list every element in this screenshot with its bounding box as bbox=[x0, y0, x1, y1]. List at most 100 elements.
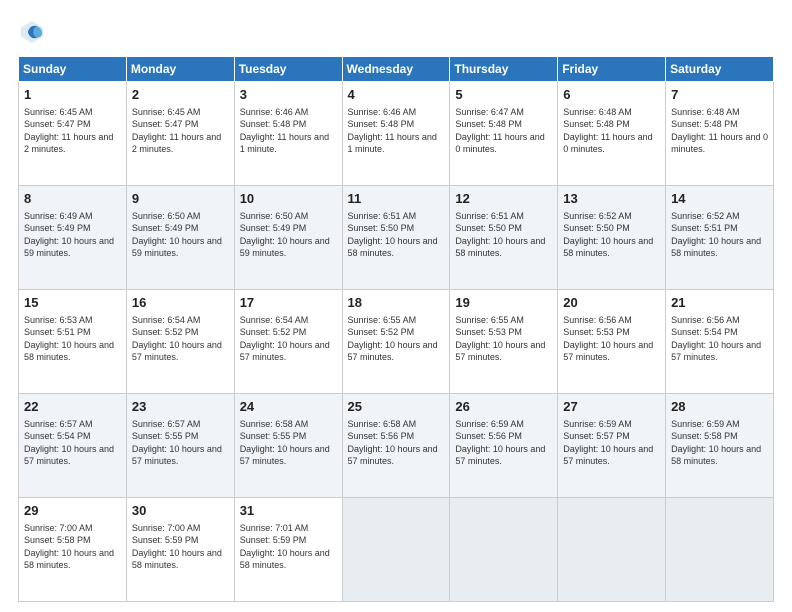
day-number: 28 bbox=[671, 398, 768, 416]
header-day-sunday: Sunday bbox=[19, 57, 127, 82]
day-info: Sunrise: 6:55 AMSunset: 5:53 PMDaylight:… bbox=[455, 314, 552, 364]
calendar-cell: 18Sunrise: 6:55 AMSunset: 5:52 PMDayligh… bbox=[342, 290, 450, 394]
day-info: Sunrise: 6:57 AMSunset: 5:54 PMDaylight:… bbox=[24, 418, 121, 468]
calendar-cell: 21Sunrise: 6:56 AMSunset: 5:54 PMDayligh… bbox=[666, 290, 774, 394]
day-number: 31 bbox=[240, 502, 337, 520]
day-info: Sunrise: 6:51 AMSunset: 5:50 PMDaylight:… bbox=[348, 210, 445, 260]
calendar-table: SundayMondayTuesdayWednesdayThursdayFrid… bbox=[18, 56, 774, 602]
header-day-saturday: Saturday bbox=[666, 57, 774, 82]
week-row-3: 15 Sunrise: 6:53 AMSunset: 5:51 PMDayligh… bbox=[19, 290, 774, 394]
day-number: 8 bbox=[24, 190, 121, 208]
calendar-cell: 17 Sunrise: 6:54 AMSunset: 5:52 PMDayligh… bbox=[234, 290, 342, 394]
day-info: Sunrise: 6:49 AMSunset: 5:49 PMDaylight:… bbox=[24, 210, 121, 260]
day-info: Sunrise: 6:54 AMSunset: 5:52 PMDaylight:… bbox=[132, 314, 229, 364]
day-info: Sunrise: 6:52 AMSunset: 5:51 PMDaylight:… bbox=[671, 210, 768, 260]
day-number: 2 bbox=[132, 86, 229, 104]
day-number: 22 bbox=[24, 398, 121, 416]
calendar-cell: 4Sunrise: 6:46 AMSunset: 5:48 PMDaylight… bbox=[342, 82, 450, 186]
calendar-cell: 30 Sunrise: 7:00 AMSunset: 5:59 PMDayligh… bbox=[126, 498, 234, 602]
calendar-cell: 5 Sunrise: 6:47 AMSunset: 5:48 PMDaylight… bbox=[450, 82, 558, 186]
calendar-cell: 29 Sunrise: 7:00 AMSunset: 5:58 PMDayligh… bbox=[19, 498, 127, 602]
header-day-tuesday: Tuesday bbox=[234, 57, 342, 82]
day-info: Sunrise: 6:48 AMSunset: 5:48 PMDaylight:… bbox=[671, 106, 768, 156]
day-number: 10 bbox=[240, 190, 337, 208]
day-number: 6 bbox=[563, 86, 660, 104]
calendar-cell: 8 Sunrise: 6:49 AMSunset: 5:49 PMDaylight… bbox=[19, 186, 127, 290]
day-number: 25 bbox=[348, 398, 445, 416]
header-day-wednesday: Wednesday bbox=[342, 57, 450, 82]
calendar-cell: 12 Sunrise: 6:51 AMSunset: 5:50 PMDayligh… bbox=[450, 186, 558, 290]
calendar-cell: 27 Sunrise: 6:59 AMSunset: 5:57 PMDayligh… bbox=[558, 394, 666, 498]
header-day-thursday: Thursday bbox=[450, 57, 558, 82]
day-info: Sunrise: 6:59 AMSunset: 5:58 PMDaylight:… bbox=[671, 418, 768, 468]
day-info: Sunrise: 6:57 AMSunset: 5:55 PMDaylight:… bbox=[132, 418, 229, 468]
calendar-cell: 25 Sunrise: 6:58 AMSunset: 5:56 PMDayligh… bbox=[342, 394, 450, 498]
day-info: Sunrise: 6:47 AMSunset: 5:48 PMDaylight:… bbox=[455, 106, 552, 156]
calendar-cell: 28 Sunrise: 6:59 AMSunset: 5:58 PMDayligh… bbox=[666, 394, 774, 498]
calendar-cell: 26Sunrise: 6:59 AMSunset: 5:56 PMDayligh… bbox=[450, 394, 558, 498]
day-info: Sunrise: 6:48 AMSunset: 5:48 PMDaylight:… bbox=[563, 106, 660, 156]
day-number: 27 bbox=[563, 398, 660, 416]
day-info: Sunrise: 7:00 AMSunset: 5:58 PMDaylight:… bbox=[24, 522, 121, 572]
day-number: 19 bbox=[455, 294, 552, 312]
day-number: 15 bbox=[24, 294, 121, 312]
calendar-cell: 9Sunrise: 6:50 AMSunset: 5:49 PMDaylight… bbox=[126, 186, 234, 290]
day-number: 16 bbox=[132, 294, 229, 312]
day-number: 30 bbox=[132, 502, 229, 520]
header bbox=[18, 18, 774, 46]
calendar-body: 1 Sunrise: 6:45 AMSunset: 5:47 PMDaylight… bbox=[19, 82, 774, 602]
day-number: 14 bbox=[671, 190, 768, 208]
calendar-cell: 6 Sunrise: 6:48 AMSunset: 5:48 PMDaylight… bbox=[558, 82, 666, 186]
day-number: 21 bbox=[671, 294, 768, 312]
day-number: 20 bbox=[563, 294, 660, 312]
day-number: 1 bbox=[24, 86, 121, 104]
calendar-cell: 16 Sunrise: 6:54 AMSunset: 5:52 PMDayligh… bbox=[126, 290, 234, 394]
header-row: SundayMondayTuesdayWednesdayThursdayFrid… bbox=[19, 57, 774, 82]
day-info: Sunrise: 6:53 AMSunset: 5:51 PMDaylight:… bbox=[24, 314, 121, 364]
day-number: 7 bbox=[671, 86, 768, 104]
day-info: Sunrise: 7:01 AMSunset: 5:59 PMDaylight:… bbox=[240, 522, 337, 572]
logo bbox=[18, 18, 50, 46]
week-row-5: 29 Sunrise: 7:00 AMSunset: 5:58 PMDayligh… bbox=[19, 498, 774, 602]
day-info: Sunrise: 6:50 AMSunset: 5:49 PMDaylight:… bbox=[132, 210, 229, 260]
day-info: Sunrise: 6:46 AMSunset: 5:48 PMDaylight:… bbox=[240, 106, 337, 156]
day-number: 29 bbox=[24, 502, 121, 520]
calendar-cell: 15 Sunrise: 6:53 AMSunset: 5:51 PMDayligh… bbox=[19, 290, 127, 394]
day-info: Sunrise: 6:52 AMSunset: 5:50 PMDaylight:… bbox=[563, 210, 660, 260]
week-row-2: 8 Sunrise: 6:49 AMSunset: 5:49 PMDaylight… bbox=[19, 186, 774, 290]
day-info: Sunrise: 6:45 AMSunset: 5:47 PMDaylight:… bbox=[132, 106, 229, 156]
day-number: 4 bbox=[348, 86, 445, 104]
calendar-cell: 3Sunrise: 6:46 AMSunset: 5:48 PMDaylight… bbox=[234, 82, 342, 186]
day-info: Sunrise: 6:45 AMSunset: 5:47 PMDaylight:… bbox=[24, 106, 121, 156]
calendar-cell: 19 Sunrise: 6:55 AMSunset: 5:53 PMDayligh… bbox=[450, 290, 558, 394]
day-info: Sunrise: 6:58 AMSunset: 5:56 PMDaylight:… bbox=[348, 418, 445, 468]
day-info: Sunrise: 6:59 AMSunset: 5:57 PMDaylight:… bbox=[563, 418, 660, 468]
day-info: Sunrise: 6:54 AMSunset: 5:52 PMDaylight:… bbox=[240, 314, 337, 364]
calendar-cell: 2 Sunrise: 6:45 AMSunset: 5:47 PMDaylight… bbox=[126, 82, 234, 186]
day-number: 17 bbox=[240, 294, 337, 312]
day-info: Sunrise: 7:00 AMSunset: 5:59 PMDaylight:… bbox=[132, 522, 229, 572]
calendar-cell: 20Sunrise: 6:56 AMSunset: 5:53 PMDayligh… bbox=[558, 290, 666, 394]
week-row-4: 22 Sunrise: 6:57 AMSunset: 5:54 PMDayligh… bbox=[19, 394, 774, 498]
day-info: Sunrise: 6:58 AMSunset: 5:55 PMDaylight:… bbox=[240, 418, 337, 468]
calendar-cell: 14 Sunrise: 6:52 AMSunset: 5:51 PMDayligh… bbox=[666, 186, 774, 290]
day-info: Sunrise: 6:51 AMSunset: 5:50 PMDaylight:… bbox=[455, 210, 552, 260]
page: SundayMondayTuesdayWednesdayThursdayFrid… bbox=[0, 0, 792, 612]
calendar-cell: 13 Sunrise: 6:52 AMSunset: 5:50 PMDayligh… bbox=[558, 186, 666, 290]
day-number: 12 bbox=[455, 190, 552, 208]
day-number: 5 bbox=[455, 86, 552, 104]
day-info: Sunrise: 6:50 AMSunset: 5:49 PMDaylight:… bbox=[240, 210, 337, 260]
calendar-cell bbox=[666, 498, 774, 602]
calendar-cell: 23 Sunrise: 6:57 AMSunset: 5:55 PMDayligh… bbox=[126, 394, 234, 498]
calendar-cell bbox=[450, 498, 558, 602]
calendar-header: SundayMondayTuesdayWednesdayThursdayFrid… bbox=[19, 57, 774, 82]
day-info: Sunrise: 6:59 AMSunset: 5:56 PMDaylight:… bbox=[455, 418, 552, 468]
header-day-monday: Monday bbox=[126, 57, 234, 82]
calendar-cell: 22 Sunrise: 6:57 AMSunset: 5:54 PMDayligh… bbox=[19, 394, 127, 498]
week-row-1: 1 Sunrise: 6:45 AMSunset: 5:47 PMDaylight… bbox=[19, 82, 774, 186]
header-day-friday: Friday bbox=[558, 57, 666, 82]
day-number: 23 bbox=[132, 398, 229, 416]
day-number: 13 bbox=[563, 190, 660, 208]
calendar-cell: 7 Sunrise: 6:48 AMSunset: 5:48 PMDaylight… bbox=[666, 82, 774, 186]
day-number: 18 bbox=[348, 294, 445, 312]
